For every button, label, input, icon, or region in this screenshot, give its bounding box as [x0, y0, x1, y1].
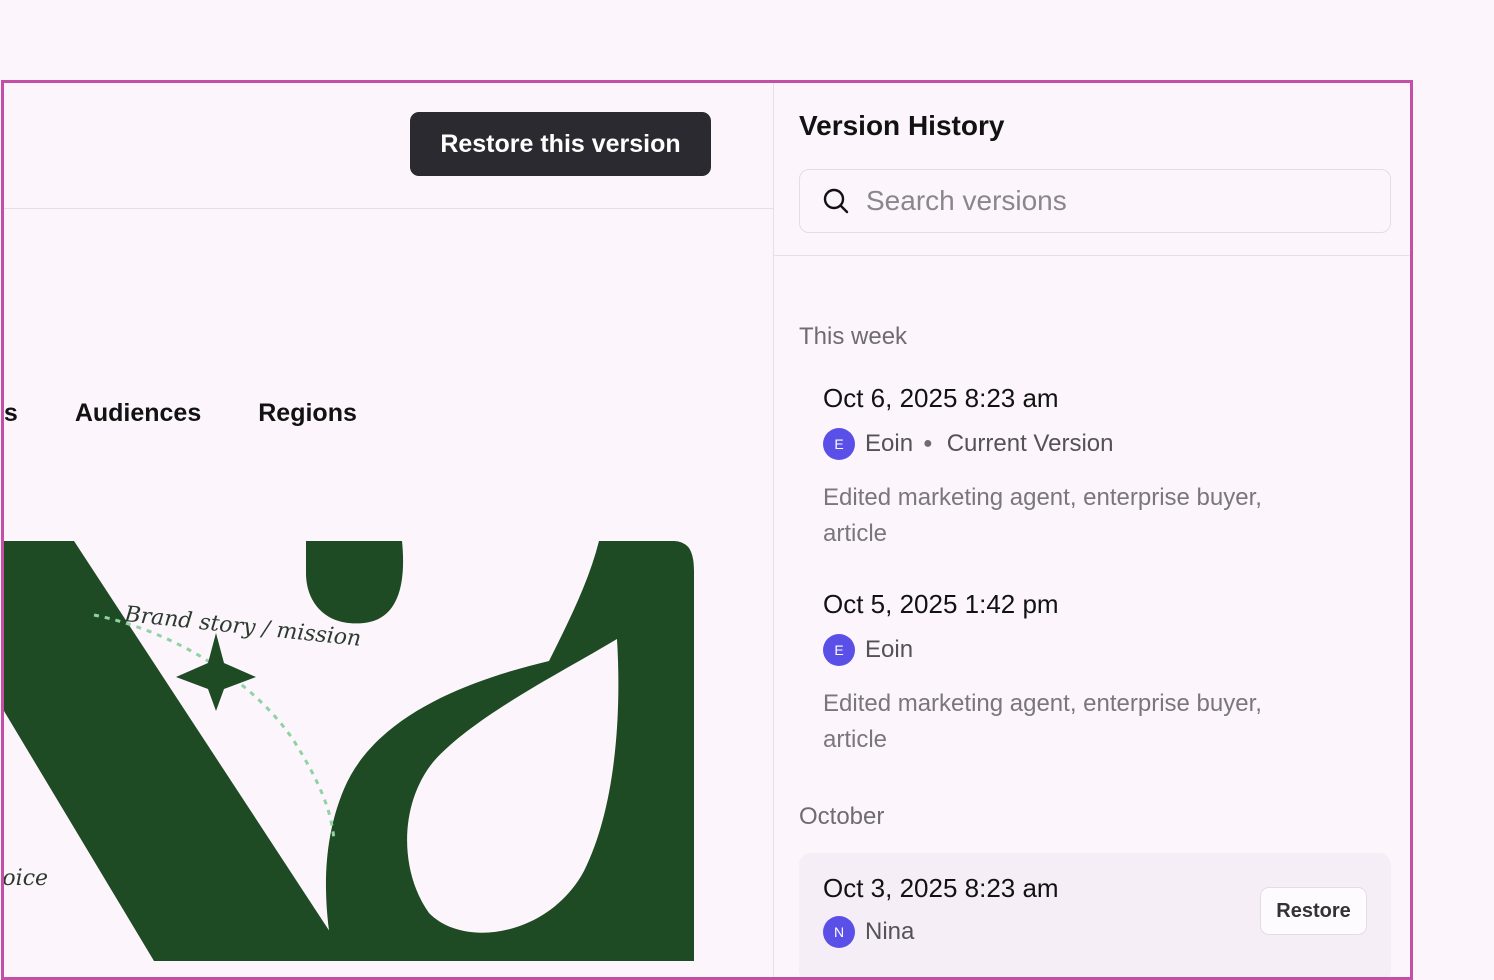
group-label-this-week: This week — [799, 323, 908, 350]
version-entry[interactable]: Oct 6, 2025 8:23 am E Eoin ● Current Ver… — [799, 383, 1391, 552]
search-icon — [822, 187, 850, 215]
version-history-panel: Version History This week Oct 6, 2025 8:… — [773, 83, 1410, 977]
tab-audiences[interactable]: Audiences — [75, 399, 201, 428]
drip-shape — [306, 541, 404, 624]
search-box[interactable] — [799, 169, 1391, 233]
main-content: Restore this version es Audiences Region… — [4, 83, 774, 977]
version-entry[interactable]: Oct 3, 2025 8:23 am N Nina Restore — [799, 853, 1391, 977]
version-date: Oct 5, 2025 1:42 pm — [823, 589, 1059, 619]
brand-illustration: Brand story / mission voice — [4, 541, 694, 961]
author-name: Eoin — [865, 636, 914, 663]
version-meta: E Eoin — [823, 634, 1391, 666]
restore-button[interactable]: Restore — [1260, 887, 1367, 935]
version-meta: E Eoin ● Current Version — [823, 428, 1391, 460]
author-name: Nina — [865, 918, 915, 945]
panel-title: Version History — [799, 110, 1005, 141]
avatar: E — [823, 634, 855, 666]
author-name: Eoin — [865, 430, 914, 457]
avatar: E — [823, 428, 855, 460]
restore-this-version-button[interactable]: Restore this version — [410, 112, 711, 176]
letter-a-shape — [4, 541, 349, 961]
tab-regions[interactable]: Regions — [258, 399, 357, 428]
version-description: Edited marketing agent, enterprise buyer… — [823, 484, 1262, 547]
annotation-voice: voice — [4, 866, 48, 891]
top-toolbar: Restore this version — [4, 83, 774, 209]
version-description: Edited marketing agent, enterprise buyer… — [823, 690, 1262, 753]
star-icon — [176, 633, 256, 711]
tab-partial[interactable]: es — [4, 399, 18, 428]
divider — [774, 255, 1410, 256]
current-version-badge: Current Version — [946, 430, 1114, 457]
avatar: N — [823, 916, 855, 948]
version-date: Oct 6, 2025 8:23 am — [823, 383, 1059, 413]
version-entry[interactable]: Oct 5, 2025 1:42 pm E Eoin Edited market… — [799, 589, 1391, 758]
app-frame: Restore this version es Audiences Region… — [1, 80, 1413, 980]
search-input[interactable] — [866, 185, 1390, 217]
section-tabs: es Audiences Regions — [4, 399, 357, 428]
group-label-october: October — [799, 803, 885, 830]
separator-dot-icon: ● — [923, 435, 933, 452]
